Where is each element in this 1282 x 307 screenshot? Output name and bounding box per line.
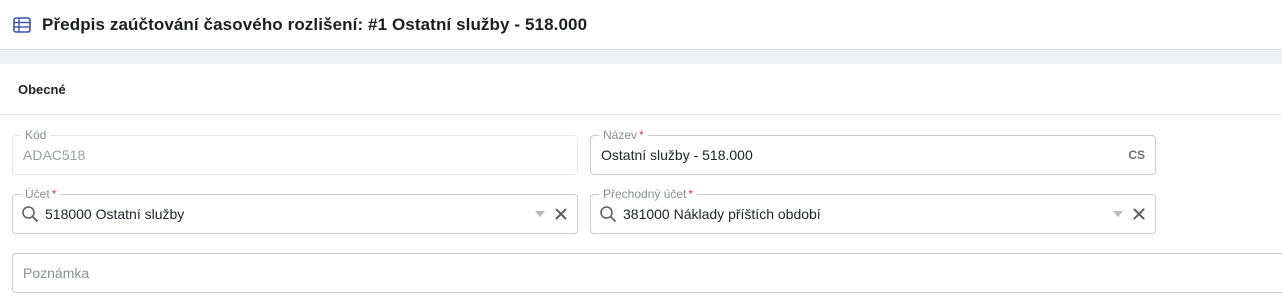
chevron-down-icon[interactable]: [1113, 195, 1123, 233]
general-section: Obecné Kód ADAC518 Název * Ostatní služby…: [0, 64, 1282, 307]
section-title: Obecné: [18, 81, 66, 97]
note-field[interactable]: Poznámka: [12, 253, 1282, 293]
code-field: Kód ADAC518: [12, 128, 578, 175]
page-title: Předpis zaúčtování časového rozlišení: #…: [42, 14, 588, 34]
header-separator: [0, 50, 1282, 64]
search-icon: [21, 195, 39, 233]
language-badge[interactable]: CS: [1128, 136, 1145, 174]
clear-icon[interactable]: [1133, 195, 1145, 233]
search-icon: [599, 195, 617, 233]
transition-account-input[interactable]: 381000 Náklady příštích období: [623, 195, 821, 233]
code-value: ADAC518: [23, 147, 86, 163]
section-header[interactable]: Obecné: [0, 64, 1282, 115]
table-icon: [12, 15, 32, 35]
clear-icon[interactable]: [555, 195, 567, 233]
note-input[interactable]: Poznámka: [23, 254, 89, 292]
page-header: Předpis zaúčtování časového rozlišení: #…: [0, 0, 1282, 50]
account-input[interactable]: 518000 Ostatní služby: [45, 195, 184, 233]
chevron-down-icon[interactable]: [535, 195, 545, 233]
name-field[interactable]: Název * Ostatní služby - 518.000 CS: [590, 128, 1156, 175]
transition-account-field[interactable]: Přechodný účet * 381000 Náklady příštích …: [590, 187, 1156, 234]
name-input[interactable]: Ostatní služby - 518.000: [601, 136, 753, 174]
account-field[interactable]: Účet * 518000 Ostatní služby: [12, 187, 578, 234]
